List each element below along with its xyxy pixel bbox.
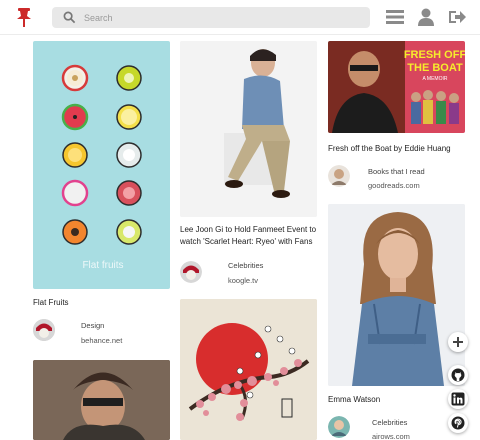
fresh-off-the-boat-photo: FRESH OFF THE BOAT A MEMOIR [328, 41, 465, 133]
linkedin-link-button[interactable] [448, 389, 468, 409]
hamburger-menu-icon[interactable] [385, 7, 405, 27]
man-with-beanie-photo [33, 360, 170, 440]
search-input[interactable] [84, 7, 364, 28]
user-avatar-icon [180, 261, 202, 283]
dragonfruit-slice [61, 179, 89, 207]
lychee-slice [116, 142, 142, 168]
search-bar[interactable] [52, 7, 370, 28]
linkedin-icon [451, 392, 465, 406]
pin-title[interactable]: Emma Watson [328, 394, 465, 406]
kiwi-slice [116, 65, 142, 91]
apple-slice [61, 64, 89, 92]
pin-title[interactable]: Flat Fruits [33, 297, 170, 309]
pin-category[interactable]: Books that I read [368, 167, 425, 176]
pin-source[interactable]: koogle.tv [228, 276, 258, 285]
watermelon-slice [61, 103, 89, 131]
flat-fruits-image-text: Flat fruits [82, 260, 123, 271]
pin-source[interactable]: goodreads.com [368, 181, 420, 190]
pinterest-icon [451, 416, 465, 430]
pomegranate-slice [116, 180, 142, 206]
book-cover-title-line1: FRESH OFF [404, 49, 465, 61]
logout-icon[interactable] [447, 7, 467, 27]
pin-title[interactable]: Fresh off the Boat by Eddie Huang [328, 143, 465, 155]
github-icon [451, 368, 465, 382]
add-pin-button[interactable] [448, 332, 468, 352]
book-cover-subtitle: A MEMOIR [422, 76, 447, 82]
user-icon[interactable] [416, 7, 436, 27]
pin-source[interactable]: behance.net [81, 336, 122, 345]
top-navigation-bar [0, 0, 480, 35]
avatar[interactable] [33, 319, 55, 341]
pin-image-fresh-off-the-boat[interactable]: FRESH OFF THE BOAT A MEMOIR [328, 41, 465, 133]
github-link-button[interactable] [448, 365, 468, 385]
pin-image-blossom-art[interactable] [180, 299, 317, 440]
pin-image-emma-watson[interactable] [328, 204, 465, 386]
book-cover-title-line2: THE BOAT [407, 62, 463, 74]
woman-portrait-photo [328, 204, 465, 386]
fruit-illustrations: Flat fruits [61, 64, 142, 271]
pushpin-icon[interactable] [12, 5, 36, 29]
pin-category[interactable]: Celebrities [372, 418, 407, 427]
user-avatar-icon [328, 416, 350, 438]
guava-slice [116, 219, 142, 245]
pin-card-lee-joon-gi[interactable]: Lee Joon Gi to Hold Fanmeet Event to wat… [180, 41, 317, 291]
search-icon [63, 11, 76, 24]
lemon-slice [116, 104, 142, 130]
user-avatar-icon [328, 165, 350, 187]
avatar[interactable] [328, 165, 350, 187]
avatar[interactable] [180, 261, 202, 283]
plus-icon [453, 337, 463, 347]
pin-card-6[interactable] [180, 299, 317, 440]
pin-category[interactable]: Celebrities [228, 261, 263, 270]
pin-card-5[interactable] [33, 360, 170, 440]
flat-fruits-image[interactable]: Flat fruits [33, 41, 170, 289]
papaya-slice [62, 219, 88, 245]
pin-title[interactable]: Lee Joon Gi to Hold Fanmeet Event to wat… [180, 224, 317, 248]
pin-image-lee-joon-gi[interactable] [180, 41, 317, 217]
man-sitting-photo [180, 41, 317, 217]
avatar[interactable] [328, 416, 350, 438]
pin-image-man-hat[interactable] [33, 360, 170, 440]
pin-category[interactable]: Design [81, 321, 104, 330]
red-sun-blossom-illustration [180, 299, 317, 440]
pinterest-link-button[interactable] [448, 413, 468, 433]
pin-card-fresh-off-the-boat[interactable]: FRESH OFF THE BOAT A MEMOIR Fresh off th… [328, 41, 465, 196]
pin-card-emma-watson[interactable]: Emma Watson Celebrities airows.com [328, 204, 465, 440]
pin-source[interactable]: airows.com [372, 432, 410, 440]
user-avatar-icon [33, 319, 55, 341]
pin-card-flat-fruits[interactable]: Flat fruits Flat Fruits Design behance.n… [33, 41, 170, 346]
orange-slice [62, 142, 88, 168]
